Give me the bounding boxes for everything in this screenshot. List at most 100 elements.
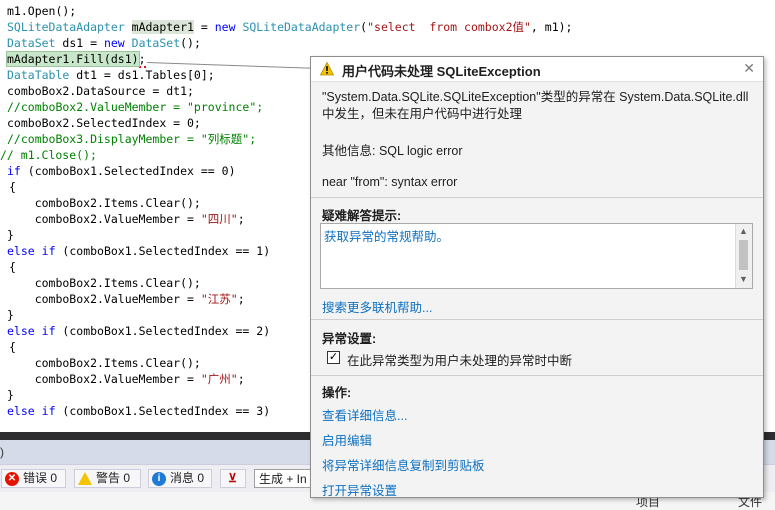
info-icon: i: [152, 471, 166, 486]
code-line[interactable]: comboBox2.Items.Clear();: [7, 195, 201, 211]
tab-fragment[interactable]: ): [0, 445, 4, 459]
filter-button[interactable]: ⊻: [220, 469, 246, 488]
additional-info-text: 其他信息: SQL logic error: [322, 144, 463, 158]
code-line[interactable]: mAdapter1.Fill(ds1);: [6, 51, 146, 68]
filter-icon: ⊻: [228, 471, 237, 485]
code-line[interactable]: // m1.Close();: [0, 147, 97, 163]
search-online-help-link[interactable]: 搜索更多联机帮助...: [322, 297, 432, 316]
open-exception-settings-link[interactable]: 打开异常设置: [322, 480, 397, 499]
code-line[interactable]: comboBox2.DataSource = dt1;: [7, 83, 194, 99]
code-line[interactable]: //comboBox3.DisplayMember = "列标题";: [7, 131, 256, 147]
code-token: m1.Open();: [7, 4, 77, 18]
code-token: comboBox2.Items.Clear();: [7, 356, 201, 370]
messages-filter-button[interactable]: i 消息 0: [148, 469, 212, 488]
code-line[interactable]: }: [7, 227, 14, 243]
errors-count-label: 错误 0: [23, 471, 58, 485]
code-token: SQLiteDataAdapter: [242, 20, 361, 34]
error-scope-select[interactable]: 生成 + In: [254, 469, 314, 488]
warnings-count-label: 警告 0: [96, 471, 131, 485]
code-token: comboBox2.ValueMember =: [7, 292, 201, 306]
code-token: SQLiteDataAdapter: [7, 20, 125, 34]
exception-helper-popup: 用户代码未处理 SQLiteException ✕ "System.Data.S…: [310, 56, 764, 498]
code-token: {: [9, 180, 16, 194]
actions-label: 操作:: [322, 386, 352, 400]
code-line[interactable]: comboBox2.SelectedIndex = 0;: [7, 115, 201, 131]
code-line[interactable]: }: [7, 387, 14, 403]
close-icon[interactable]: ✕: [743, 60, 755, 77]
code-token: "四川": [200, 212, 238, 226]
code-line[interactable]: comboBox2.ValueMember = "四川";: [7, 211, 245, 227]
code-line[interactable]: }: [7, 307, 14, 323]
code-token: if: [41, 404, 56, 418]
code-token: comboBox2.ValueMember =: [7, 212, 201, 226]
warning-icon: [78, 471, 92, 486]
code-line[interactable]: SQLiteDataAdapter mAdapter1 = new SQLite…: [7, 19, 572, 35]
code-line[interactable]: //comboBox2.ValueMember = "province";: [7, 99, 263, 115]
code-line[interactable]: {: [9, 179, 16, 195]
code-token: // m1.Close();: [0, 148, 97, 162]
scroll-thumb[interactable]: [739, 240, 748, 270]
code-line[interactable]: DataSet ds1 = new DataSet();: [7, 35, 201, 51]
warnings-filter-button[interactable]: 警告 0: [74, 469, 141, 488]
code-token: new: [103, 36, 125, 50]
code-line[interactable]: comboBox2.Items.Clear();: [7, 355, 201, 371]
errors-filter-button[interactable]: ✕ 错误 0: [1, 469, 66, 488]
code-token: if: [41, 244, 56, 258]
troubleshooting-tips-label: 疑难解答提示:: [322, 209, 402, 223]
divider: [311, 375, 763, 376]
code-token: (comboBox1.SelectedIndex == 0): [20, 164, 236, 178]
exception-detail-text: near "from": syntax error: [322, 175, 458, 189]
code-line[interactable]: comboBox2.Items.Clear();: [7, 275, 201, 291]
view-details-link[interactable]: 查看详细信息...: [322, 405, 407, 424]
troubleshooting-tips-list[interactable]: 获取异常的常规帮助。 ▲ ▼: [320, 223, 753, 289]
divider: [311, 319, 763, 320]
code-token: comboBox2.Items.Clear();: [7, 276, 201, 290]
code-line[interactable]: else if (comboBox1.SelectedIndex == 3): [7, 403, 270, 419]
tips-scrollbar[interactable]: ▲ ▼: [735, 224, 752, 288]
scroll-up-icon[interactable]: ▲: [739, 226, 748, 236]
code-line[interactable]: else if (comboBox1.SelectedIndex == 2): [7, 323, 270, 339]
exception-message: "System.Data.SQLite.SQLiteException"类型的异…: [322, 90, 749, 121]
code-token: }: [7, 308, 14, 322]
code-token: ();: [180, 36, 201, 50]
code-token: "广州": [200, 372, 238, 386]
break-on-exception-checkbox[interactable]: ✓: [327, 351, 340, 364]
code-line[interactable]: comboBox2.ValueMember = "江苏";: [7, 291, 245, 307]
code-token: ;: [237, 212, 245, 226]
code-line[interactable]: DataTable dt1 = ds1.Tables[0];: [7, 67, 215, 83]
break-on-exception-label[interactable]: 在此异常类型为用户未处理的异常时中断: [347, 350, 572, 369]
code-token: {: [9, 340, 16, 354]
code-token: mAdapter1.Fill(ds1): [6, 51, 140, 67]
code-line[interactable]: m1.Open();: [7, 3, 76, 19]
scroll-down-icon[interactable]: ▼: [739, 274, 748, 284]
code-token: mAdapter1: [131, 20, 194, 34]
exception-title: 用户代码未处理 SQLiteException: [342, 64, 541, 79]
code-token: "江苏": [200, 292, 238, 306]
code-line[interactable]: comboBox2.ValueMember = "广州";: [7, 371, 245, 387]
code-token: if: [7, 164, 21, 178]
code-line[interactable]: {: [9, 339, 16, 355]
code-token: dt1 = ds1.Tables[0];: [69, 68, 215, 82]
enable-editing-link[interactable]: 启用编辑: [322, 430, 372, 449]
code-token: comboBox2.SelectedIndex = 0;: [7, 116, 201, 130]
code-token: (comboBox1.SelectedIndex == 3): [55, 404, 271, 418]
error-icon: ✕: [5, 471, 19, 486]
copy-exception-details-link[interactable]: 将异常详细信息复制到剪贴板: [322, 455, 485, 474]
code-token: DataSet: [131, 36, 181, 50]
code-token: ;: [237, 372, 245, 386]
divider: [311, 197, 763, 198]
code-line[interactable]: {: [9, 259, 16, 275]
code-token: =: [193, 20, 215, 34]
code-line[interactable]: else if (comboBox1.SelectedIndex == 1): [7, 243, 270, 259]
code-line[interactable]: if (comboBox1.SelectedIndex == 0): [7, 163, 236, 179]
warning-icon: [320, 62, 334, 76]
general-help-link[interactable]: 获取异常的常规帮助。: [324, 226, 449, 245]
code-token: if: [41, 324, 56, 338]
code-token: new: [214, 20, 236, 34]
code-token: else: [7, 324, 35, 338]
